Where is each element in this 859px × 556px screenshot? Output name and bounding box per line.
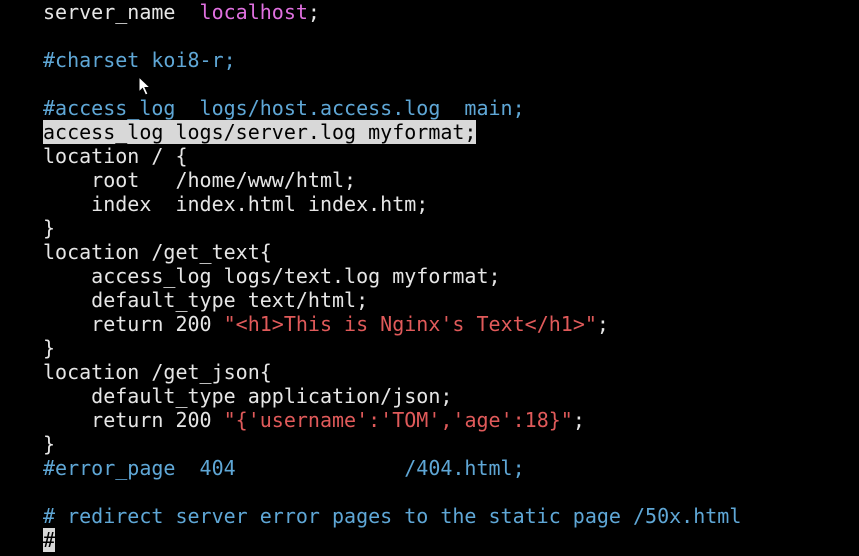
code-token: server_name [43,0,200,24]
code-line[interactable]: #access_log logs/host.access.log main; [43,96,525,120]
code-token: default_type text/html; [43,288,369,312]
code-token: location / { [43,144,188,168]
code-token: return 200 [43,408,224,432]
code-line[interactable]: return 200 "<h1>This is Nginx's Text</h1… [43,312,609,336]
code-token: #error_page 404 /404.html; [43,456,525,480]
code-line[interactable]: # redirect server error pages to the sta… [43,504,741,528]
code-line[interactable]: index index.html index.htm; [43,192,428,216]
code-line[interactable]: return 200 "{'username':'TOM','age':18}"… [43,408,585,432]
code-token: ; [307,0,320,24]
code-line[interactable]: server_name localhost; [43,0,320,24]
code-token: access_log logs/server.log myformat; [43,120,477,144]
code-token: } [43,432,56,456]
code-line[interactable]: #charset koi8-r; [43,48,236,72]
code-line[interactable]: location /get_json{ [43,360,272,384]
code-line[interactable]: default_type application/json; [43,384,452,408]
terminal-editor[interactable]: # # redirect server error pages to the st… [0,0,859,556]
code-token: #access_log logs/host.access.log main; [43,96,525,120]
code-token: location /get_json{ [43,360,272,384]
code-token: localhost [199,0,308,24]
code-line[interactable]: } [43,216,55,240]
code-token: # redirect server error pages to the sta… [43,504,742,528]
code-line[interactable]: default_type text/html; [43,288,368,312]
code-token: root /home/www/html; [43,168,357,192]
code-line[interactable]: #error_page 404 /404.html; [43,456,525,480]
code-line[interactable]: location /get_text{ [43,240,272,264]
code-token: ; [596,312,609,336]
code-token: return 200 [43,312,224,336]
code-line[interactable]: } [43,336,55,360]
code-line[interactable]: access_log logs/server.log myformat; [43,120,477,144]
code-token: } [43,336,56,360]
code-line[interactable]: root /home/www/html; [43,168,356,192]
code-token: ; [572,408,585,432]
code-token: #charset koi8-r; [43,48,236,72]
code-token: access_log logs/text.log myformat; [43,264,501,288]
text-cursor: # [43,528,56,552]
code-line[interactable]: } [43,432,55,456]
code-token: default_type application/json; [43,384,453,408]
code-line[interactable]: # [43,528,56,552]
code-token: location /get_text{ [43,240,272,264]
code-line[interactable]: access_log logs/text.log myformat; [43,264,501,288]
mouse-pointer-icon [138,76,152,96]
code-token: "{'username':'TOM','age':18}" [223,408,573,432]
code-token: index index.html index.htm; [43,192,429,216]
code-token: "<h1>This is Nginx's Text</h1>" [223,312,597,336]
code-line[interactable]: location / { [43,144,188,168]
code-token: } [43,216,56,240]
